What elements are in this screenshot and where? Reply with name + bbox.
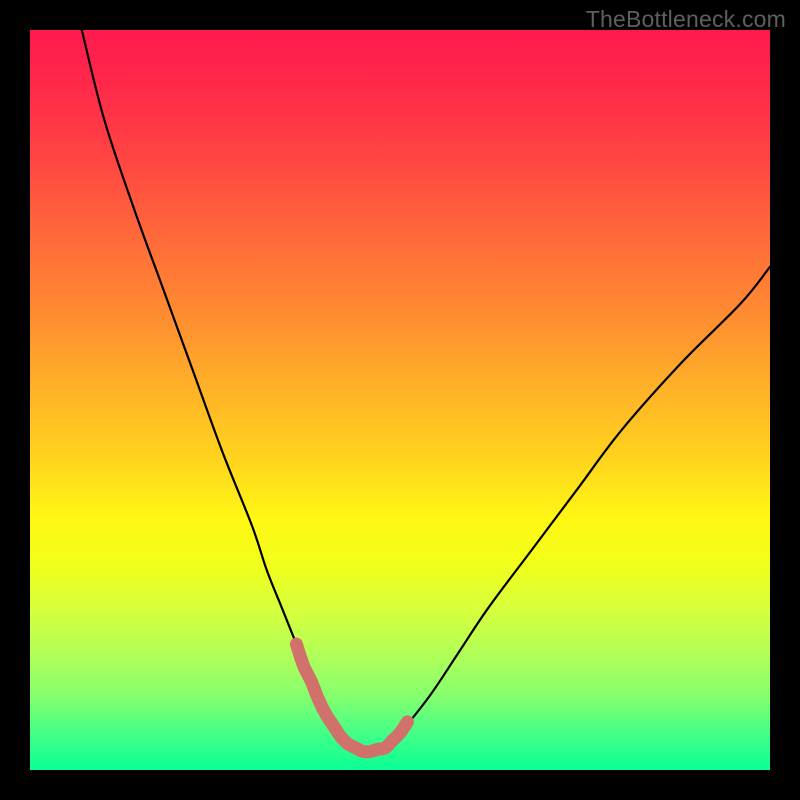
chart-frame: TheBottleneck.com: [0, 0, 800, 800]
watermark-text: TheBottleneck.com: [586, 6, 786, 33]
bottleneck-curve: [82, 30, 770, 752]
curve-layer: [30, 30, 770, 770]
sweet-spot-marker: [296, 644, 407, 752]
plot-area: [30, 30, 770, 770]
